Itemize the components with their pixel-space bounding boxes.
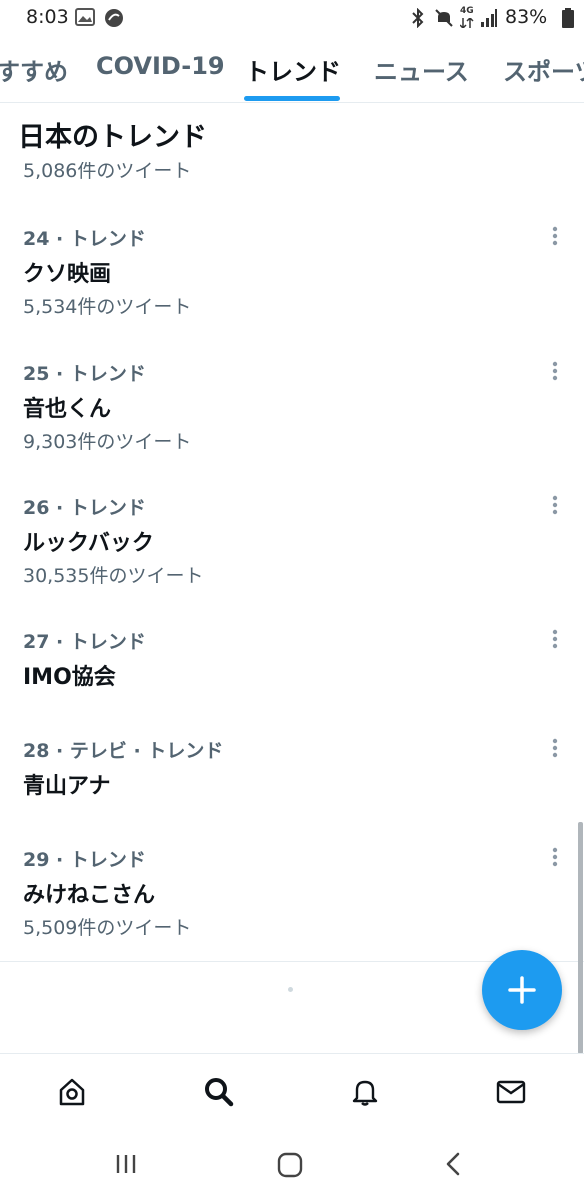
trend-meta: 28 · テレビ · トレンド <box>23 740 224 762</box>
more-options-icon[interactable] <box>546 359 564 383</box>
more-options-icon[interactable] <box>546 845 564 869</box>
compose-tweet-button[interactable] <box>482 950 562 1030</box>
scrollbar[interactable] <box>578 822 583 1054</box>
battery-percent: 83% <box>505 6 548 28</box>
trend-item[interactable]: 27 · トレンド IMO協会 <box>0 627 584 697</box>
tab-covid[interactable]: COVID-19 <box>96 52 225 80</box>
trend-name: IMO協会 <box>23 665 116 690</box>
trend-item[interactable]: 28 · テレビ · トレンド 青山アナ <box>0 736 584 806</box>
trend-meta: 26 · トレンド <box>23 497 146 519</box>
tab-sports[interactable]: スポーツ <box>503 52 584 87</box>
loading-dot <box>288 987 293 992</box>
more-options-icon[interactable] <box>546 627 564 651</box>
section-header: 日本のトレンド <box>0 103 584 159</box>
more-options-icon[interactable] <box>546 736 564 760</box>
tab-news[interactable]: ニュース <box>374 52 469 87</box>
trend-meta: 29 · トレンド <box>23 849 146 871</box>
trend-item[interactable]: 26 · トレンド ルックバック 30,535件のツイート <box>0 493 584 593</box>
trend-tweet-count: 5,534件のツイート <box>23 296 192 318</box>
trend-name: 青山アナ <box>23 774 111 799</box>
notifications-icon[interactable] <box>349 1076 381 1108</box>
home-button-icon[interactable] <box>277 1152 303 1178</box>
trend-name: 音也くん <box>23 397 112 422</box>
trend-meta: 24 · トレンド <box>23 228 146 250</box>
more-options-icon[interactable] <box>546 493 564 517</box>
status-time: 8:03 <box>26 6 69 28</box>
active-tab-indicator <box>244 96 340 101</box>
trend-meta: 25 · トレンド <box>23 363 146 385</box>
tab-recommended[interactable]: すすめ <box>0 52 68 87</box>
data-arrows-icon <box>460 18 474 28</box>
partial-tweet-count: 5,086件のツイート <box>23 160 192 182</box>
bluetooth-icon <box>412 8 424 28</box>
mute-icon <box>435 9 453 27</box>
trend-tweet-count: 30,535件のツイート <box>23 565 204 587</box>
section-title: 日本のトレンド <box>18 122 207 153</box>
signal-icon <box>481 9 497 27</box>
home-icon[interactable] <box>56 1076 88 1108</box>
plus-icon <box>508 976 536 1004</box>
gallery-notification-icon <box>75 8 95 26</box>
trend-tweet-count: 9,303件のツイート <box>23 431 192 453</box>
messages-icon[interactable] <box>495 1076 527 1108</box>
trend-item[interactable]: 29 · トレンド みけねこさん 5,509件のツイート <box>0 845 584 945</box>
more-options-icon[interactable] <box>546 224 564 248</box>
network-type-label: 4G <box>460 6 474 16</box>
trend-name: ルックバック <box>23 531 154 556</box>
trend-item[interactable]: 24 · トレンド クソ映画 5,534件のツイート <box>0 224 584 324</box>
battery-icon <box>562 8 574 28</box>
trend-tweet-count: 5,509件のツイート <box>23 917 192 939</box>
bottom-navigation <box>0 1053 584 1130</box>
recents-icon[interactable] <box>114 1152 138 1176</box>
trend-name: クソ映画 <box>23 262 112 287</box>
explore-tabs: すすめ COVID-19 トレンド ニュース スポーツ <box>0 36 584 103</box>
trend-item[interactable]: 25 · トレンド 音也くん 9,303件のツイート <box>0 359 584 459</box>
trend-name: みけねこさん <box>23 883 156 908</box>
system-navigation <box>0 1130 584 1200</box>
tab-trends[interactable]: トレンド <box>245 52 341 87</box>
app-notification-icon <box>105 9 123 27</box>
back-icon[interactable] <box>443 1152 463 1176</box>
status-bar: 8:03 4G 83% <box>0 0 584 36</box>
search-icon[interactable] <box>203 1076 235 1108</box>
trend-meta: 27 · トレンド <box>23 631 146 653</box>
